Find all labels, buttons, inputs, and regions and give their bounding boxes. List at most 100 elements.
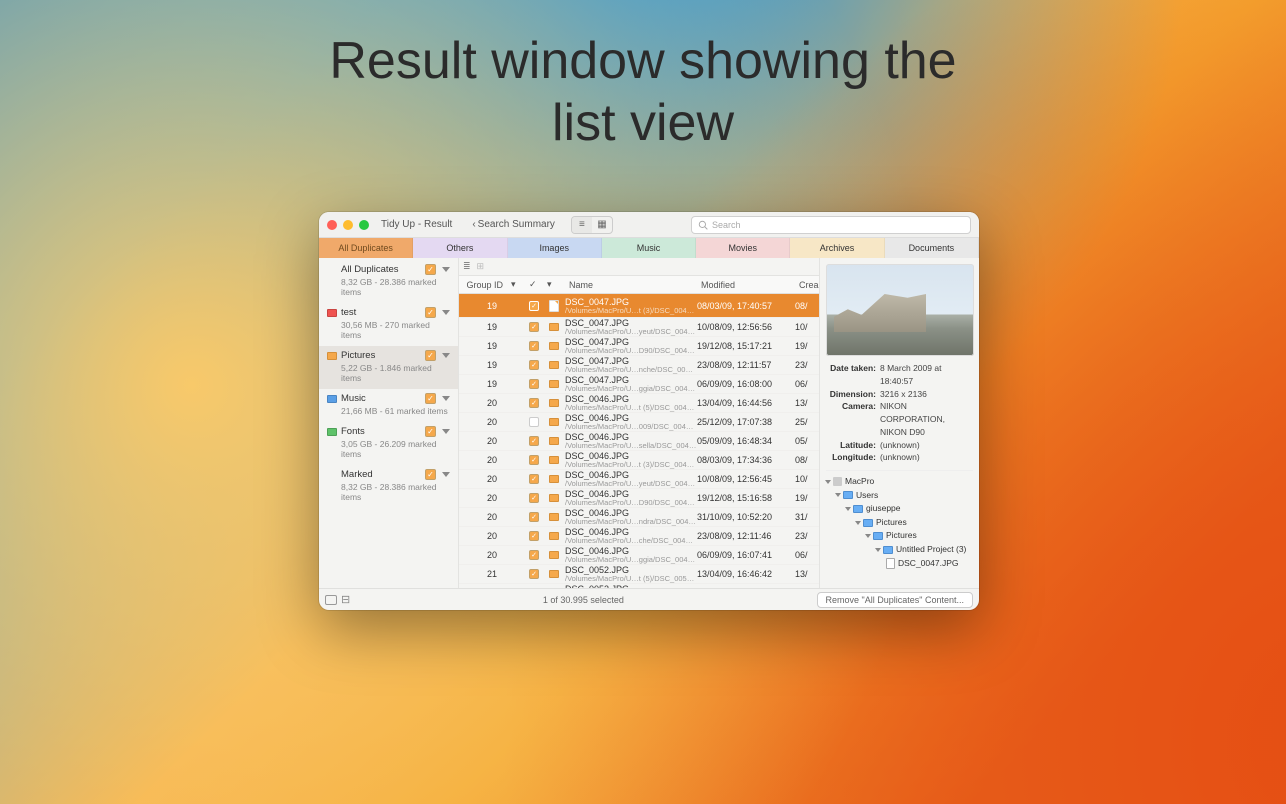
dropdown-icon[interactable]: [442, 310, 450, 315]
row-checkbox[interactable]: ✓: [529, 531, 539, 541]
row-checkbox[interactable]: ✓: [529, 322, 539, 332]
table-row[interactable]: 19✓DSC_0047.JPG/Volumes/MacPro/U…D90/DSC…: [459, 337, 819, 356]
table-row[interactable]: 19✓DSC_0047.JPG/Volumes/MacPro/U…yeut/DS…: [459, 318, 819, 337]
remove-content-button[interactable]: Remove "All Duplicates" Content...: [817, 592, 973, 608]
folder-icon: [549, 437, 559, 445]
tree-node[interactable]: DSC_0047.JPG: [826, 557, 973, 571]
cell-created: 10/: [795, 474, 819, 484]
tree-node[interactable]: giuseppe: [826, 502, 973, 516]
row-checkbox[interactable]: ✓: [529, 493, 539, 503]
cell-created: 08/: [795, 455, 819, 465]
checkbox-icon[interactable]: ✓: [425, 307, 436, 318]
cell-group-id: 20: [459, 512, 507, 522]
row-checkbox[interactable]: [529, 417, 539, 427]
table-row[interactable]: 19✓DSC_0047.JPG/Volumes/MacPro/U…nche/DS…: [459, 356, 819, 375]
tab-music[interactable]: Music: [602, 238, 696, 258]
checkbox-icon[interactable]: ✓: [425, 393, 436, 404]
maximize-button[interactable]: [359, 220, 369, 230]
cell-created: 23/: [795, 531, 819, 541]
folder-icon: [327, 309, 337, 317]
row-checkbox[interactable]: ✓: [529, 474, 539, 484]
cell-created: 13/: [795, 569, 819, 579]
table-row[interactable]: 20✓DSC_0046.JPG/Volumes/MacPro/U…ggia/DS…: [459, 546, 819, 565]
save-icon[interactable]: [325, 595, 337, 605]
sidebar-item[interactable]: Music✓21,66 MB - 61 marked items: [319, 389, 458, 422]
row-checkbox[interactable]: ✓: [529, 379, 539, 389]
tab-archives[interactable]: Archives: [790, 238, 884, 258]
table-row[interactable]: 19✓DSC_0047.JPG/Volumes/MacPro/U…ggia/DS…: [459, 375, 819, 394]
tree-node[interactable]: Users: [826, 489, 973, 503]
sidebar-item[interactable]: Marked✓8,32 GB - 28.386 marked items: [319, 465, 458, 508]
sidebar-item[interactable]: Pictures✓5,22 GB - 1.846 marked items: [319, 346, 458, 389]
row-checkbox[interactable]: ✓: [529, 550, 539, 560]
row-checkbox[interactable]: ✓: [529, 569, 539, 579]
col-group-id[interactable]: Group ID: [459, 280, 507, 290]
back-to-summary-button[interactable]: ‹ Search Summary: [466, 217, 561, 232]
table-row[interactable]: 21✓DSC_0052.JPG/Volumes/MacPro/U…t (5)/D…: [459, 565, 819, 584]
col-created[interactable]: Crea: [795, 280, 819, 290]
view-mode-segment[interactable]: ≡ ▦: [571, 216, 613, 234]
tab-images[interactable]: Images: [508, 238, 602, 258]
close-button[interactable]: [327, 220, 337, 230]
sidebar-item-sub: 8,32 GB - 28.386 marked items: [341, 277, 450, 297]
column-headers: Group ID ▾ ✓ ▾ Name Modified Crea: [459, 276, 819, 294]
tree-node-label: Users: [856, 489, 878, 503]
sidebar-item[interactable]: Fonts✓3,05 GB - 26.209 marked items: [319, 422, 458, 465]
table-row[interactable]: 20✓DSC_0046.JPG/Volumes/MacPro/U…t (3)/D…: [459, 451, 819, 470]
sidebar-item[interactable]: test✓30,56 MB - 270 marked items: [319, 303, 458, 346]
sidebar-item-label: Marked: [341, 469, 421, 480]
row-checkbox[interactable]: ✓: [529, 341, 539, 351]
row-checkbox[interactable]: ✓: [529, 360, 539, 370]
marketing-banner: Result window showing the list view: [0, 0, 1286, 155]
dropdown-icon[interactable]: [442, 472, 450, 477]
tab-movies[interactable]: Movies: [696, 238, 790, 258]
cell-group-id: 21: [459, 569, 507, 579]
table-row[interactable]: 20DSC_0046.JPG/Volumes/MacPro/U…009/DSC_…: [459, 413, 819, 432]
dropdown-icon[interactable]: [442, 267, 450, 272]
search-input[interactable]: Search: [691, 216, 971, 234]
table-row[interactable]: 20✓DSC_0046.JPG/Volumes/MacPro/U…sella/D…: [459, 432, 819, 451]
table-row[interactable]: 19✓DSC_0047.JPG/Volumes/MacPro/U…t (3)/D…: [459, 294, 819, 318]
row-checkbox[interactable]: ✓: [529, 455, 539, 465]
list-view-icon[interactable]: ≡: [572, 217, 592, 233]
dropdown-icon[interactable]: [442, 429, 450, 434]
file-icon: [886, 558, 895, 569]
tab-documents[interactable]: Documents: [885, 238, 979, 258]
checkbox-icon[interactable]: ✓: [425, 469, 436, 480]
list-grid-toggle: ≣ ⊞: [459, 258, 819, 276]
checkbox-icon[interactable]: ✓: [425, 426, 436, 437]
table-row[interactable]: 20✓DSC_0046.JPG/Volumes/MacPro/U…D90/DSC…: [459, 489, 819, 508]
tab-others[interactable]: Others: [413, 238, 507, 258]
col-expand[interactable]: ▾: [507, 279, 525, 290]
collapse-icon[interactable]: ⊟: [341, 593, 350, 606]
dropdown-icon[interactable]: [442, 396, 450, 401]
row-checkbox[interactable]: ✓: [529, 436, 539, 446]
table-row[interactable]: 20✓DSC_0046.JPG/Volumes/MacPro/U…che/DSC…: [459, 527, 819, 546]
sidebar-item[interactable]: All Duplicates✓8,32 GB - 28.386 marked i…: [319, 260, 458, 303]
tree-node[interactable]: Pictures: [826, 529, 973, 543]
row-checkbox[interactable]: ✓: [529, 512, 539, 522]
tab-all-duplicates[interactable]: All Duplicates: [319, 238, 413, 258]
table-row[interactable]: 20✓DSC_0046.JPG/Volumes/MacPro/U…t (5)/D…: [459, 394, 819, 413]
folder-icon: [549, 323, 559, 331]
grid-icon[interactable]: ⊞: [477, 261, 485, 272]
tree-node[interactable]: MacPro: [826, 475, 973, 489]
row-checkbox[interactable]: ✓: [529, 398, 539, 408]
table-row[interactable]: 20✓DSC_0046.JPG/Volumes/MacPro/U…yeut/DS…: [459, 470, 819, 489]
checkbox-icon[interactable]: ✓: [425, 350, 436, 361]
col-folder[interactable]: ▾: [543, 279, 565, 290]
tree-node[interactable]: Pictures: [826, 516, 973, 530]
col-check[interactable]: ✓: [525, 279, 543, 290]
grid-view-icon[interactable]: ▦: [592, 217, 612, 233]
table-row[interactable]: 20✓DSC_0046.JPG/Volumes/MacPro/U…ndra/DS…: [459, 508, 819, 527]
checkbox-icon[interactable]: ✓: [425, 264, 436, 275]
list-icon[interactable]: ≣: [463, 261, 471, 272]
col-name[interactable]: Name: [565, 280, 697, 290]
row-checkbox[interactable]: ✓: [529, 301, 539, 311]
minimize-button[interactable]: [343, 220, 353, 230]
dropdown-icon[interactable]: [442, 353, 450, 358]
folder-icon: [549, 456, 559, 464]
tree-node[interactable]: Untitled Project (3): [826, 543, 973, 557]
col-modified[interactable]: Modified: [697, 280, 795, 290]
chevron-down-icon: [825, 480, 831, 484]
